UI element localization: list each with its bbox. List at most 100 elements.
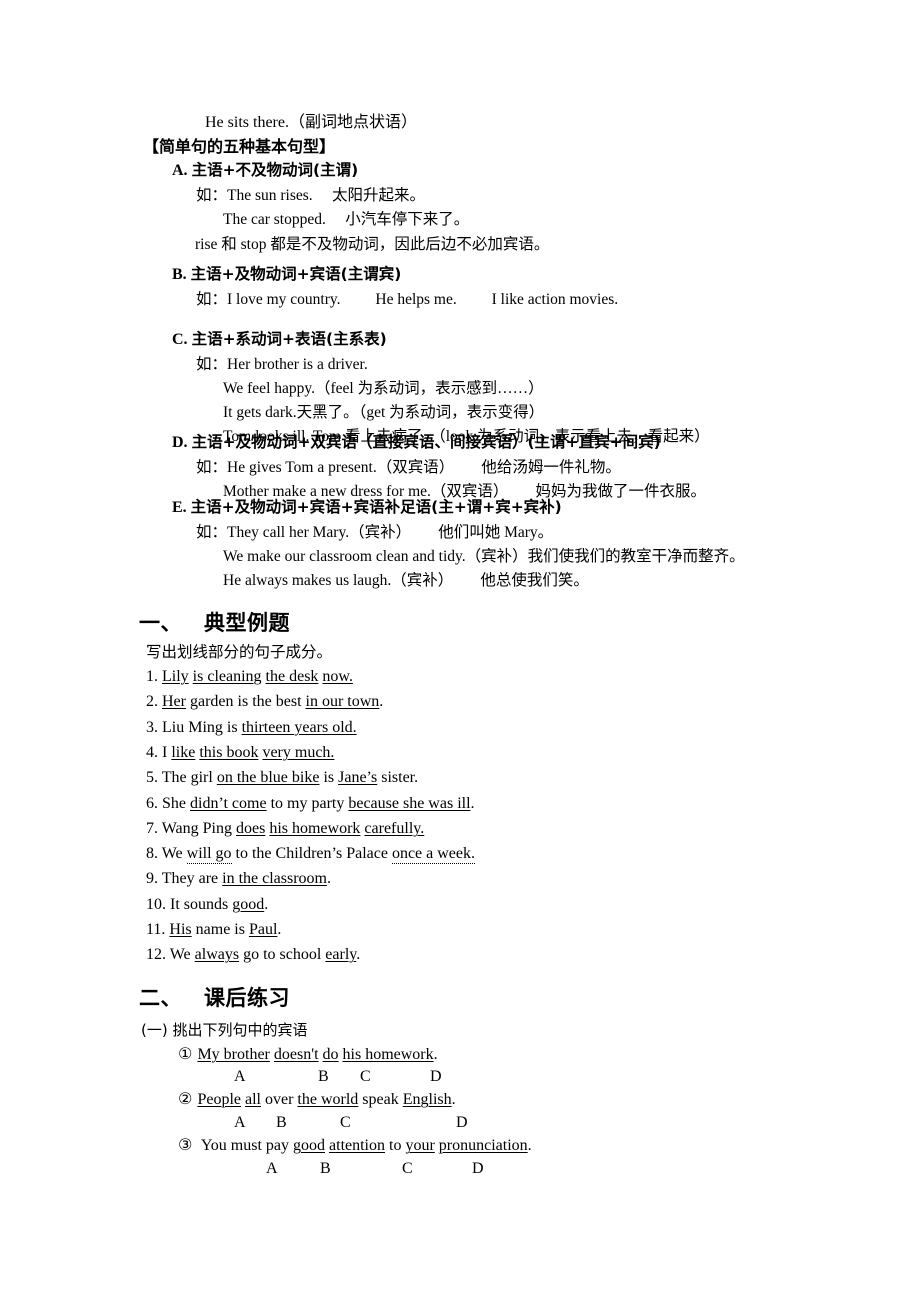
exercise-1-part-4: do: [322, 1046, 339, 1063]
question-item: 3. Liu Ming is thirteen years old.: [146, 718, 357, 736]
choice-label-c[interactable]: C: [360, 1068, 371, 1086]
choice-label-a[interactable]: A: [234, 1068, 246, 1086]
question-number: 1.: [146, 668, 158, 685]
question-12-part-1: always: [194, 946, 240, 964]
exercise-3-part-4: to: [385, 1137, 406, 1154]
choice-label-a[interactable]: A: [266, 1160, 278, 1178]
pattern-example-line: We make our classroom clean and tidy.（宾补…: [223, 548, 745, 565]
pattern-title-text: 主语+系动词+表语(主系表): [191, 330, 387, 348]
choice-label-d[interactable]: D: [430, 1068, 442, 1086]
choice-label-c[interactable]: C: [402, 1160, 413, 1178]
question-12-part-2: go to school: [239, 946, 326, 964]
exercise-2-part-2: all: [244, 1091, 261, 1108]
question-number: 3.: [146, 718, 158, 736]
pattern-title-text: 主语+及物动词+宾语+宾语补足语(主+谓+宾+宾补): [190, 498, 562, 516]
question-12-part-4: .: [356, 946, 361, 964]
subsection-one-label: (一) 挑出下列句中的宾语: [141, 1021, 308, 1039]
pattern-example-line: 如：They call her Mary.（宾补） 他们叫她 Mary。: [196, 524, 554, 541]
question-7-part-3: his homework: [269, 819, 361, 837]
question-5-part-2: is: [319, 769, 339, 787]
question-item: 5. The girl on the blue bike is Jane’s s…: [146, 770, 418, 786]
exercise-item: ② People all over the world speak Englis…: [178, 1091, 456, 1108]
question-11-part-3: Paul: [248, 921, 278, 938]
question-10-part-0: It sounds: [166, 895, 233, 913]
question-number: 9.: [146, 870, 158, 888]
section-one-heading: 一、 典型例题: [139, 607, 290, 637]
question-11-part-4: .: [277, 921, 282, 938]
exercise-3-part-8: .: [527, 1137, 532, 1154]
exercise-2-part-3: over: [260, 1091, 298, 1108]
pattern-example-line: 如：He gives Tom a present.（双宾语） 他给汤姆一件礼物。: [196, 459, 621, 476]
question-3-part-1: thirteen years old.: [241, 718, 357, 736]
exercise-1-part-7: .: [433, 1046, 438, 1063]
question-number: 5.: [146, 769, 158, 787]
exercise-marker: ①: [178, 1044, 198, 1063]
section-one-instruction: 写出划线部分的句子成分。: [146, 643, 333, 661]
pattern-title-text: 主语+及物动词+双宾语（直接宾语、间接宾语）(主谓+直宾+间宾): [191, 433, 661, 451]
choice-label-c[interactable]: C: [340, 1114, 351, 1132]
question-6-part-4: .: [470, 794, 475, 812]
exercise-choice-row: A B C D: [178, 1068, 578, 1088]
question-4-part-3: this book: [199, 743, 259, 761]
pattern-example-line: The car stopped. 小汽车停下来了。: [223, 211, 470, 228]
top-fragment-line: He sits there.（副词地点状语）: [205, 114, 417, 131]
question-10-part-1: good: [232, 895, 265, 913]
section-two-title: 课后练习: [204, 986, 290, 1010]
pattern-b-title: B. 主语+及物动词+宾语(主谓宾): [172, 266, 401, 283]
question-6-part-0: She: [158, 794, 190, 812]
question-number: 11.: [146, 921, 166, 938]
question-item: 6. She didn’t come to my party because s…: [146, 794, 475, 812]
question-7-part-0: Wang Ping: [158, 819, 236, 837]
exercise-item: ③ You must pay good attention to your pr…: [178, 1137, 532, 1154]
section-one-number: 一、: [139, 611, 182, 635]
question-5-part-0: The girl: [158, 769, 217, 787]
choice-label-b[interactable]: B: [318, 1068, 329, 1086]
question-2-part-1: Her: [162, 693, 186, 711]
question-number: 4.: [146, 743, 158, 761]
question-4-part-5: very much.: [262, 743, 335, 761]
sentence-patterns-heading: 【简单句的五种基本句型】: [143, 137, 336, 156]
question-number: 6.: [146, 794, 158, 812]
question-2-part-4: .: [379, 693, 384, 711]
question-12-part-3: early: [325, 946, 357, 964]
exercise-2-part-5: speak: [358, 1091, 403, 1108]
question-9-part-2: .: [327, 870, 331, 888]
question-11-part-2: name is: [191, 921, 249, 938]
choice-label-d[interactable]: D: [456, 1114, 468, 1132]
question-2-part-2: garden is the best: [185, 693, 306, 711]
choice-label-a[interactable]: A: [234, 1114, 246, 1132]
choice-label-d[interactable]: D: [472, 1160, 484, 1178]
question-7-part-5: carefully.: [364, 819, 425, 837]
question-3-part-0: Liu Ming is: [158, 718, 242, 736]
question-1-part-5: the desk: [265, 668, 319, 685]
question-6-part-3: because she was ill: [348, 794, 471, 812]
exercise-choice-row: A B C D: [178, 1114, 578, 1134]
question-item: 4. I like this book very much.: [146, 743, 335, 761]
question-1-part-3: is cleaning: [192, 668, 262, 685]
exercise-3-part-0: You must pay: [197, 1137, 294, 1154]
choice-label-b[interactable]: B: [276, 1114, 287, 1132]
exercise-2-part-7: .: [451, 1091, 456, 1108]
question-item: 11. His name is Paul.: [146, 922, 281, 938]
section-two-number: 二、: [139, 986, 182, 1010]
pattern-title-text: 主语+不及物动词(主谓): [191, 161, 359, 179]
question-9-part-0: They are: [158, 870, 223, 888]
pattern-example-line: 如：Her brother is a driver.: [196, 356, 368, 373]
choice-label-b[interactable]: B: [320, 1160, 331, 1178]
question-item: 2. Her garden is the best in our town.: [146, 694, 383, 710]
exercise-item: ① My brother doesn't do his homework.: [178, 1046, 438, 1063]
pattern-letter: D.: [172, 434, 192, 451]
pattern-d-title: D. 主语+及物动词+双宾语（直接宾语、间接宾语）(主谓+直宾+间宾): [172, 433, 661, 451]
question-8-part-3: once a week.: [391, 845, 475, 865]
pattern-example-line: It gets dark.天黑了。（get 为系动词，表示变得）: [223, 404, 545, 421]
question-item: 1. Lily is cleaning the desk now.: [146, 669, 353, 685]
question-11-part-1: His: [169, 921, 192, 938]
question-item: 10. It sounds good.: [146, 895, 268, 913]
pattern-example-line: 如：I love my country. He helps me. I like…: [196, 291, 619, 308]
question-2-part-3: in our town: [305, 693, 380, 711]
question-8-part-0: We: [158, 845, 187, 863]
question-1-part-7: now.: [322, 668, 353, 685]
pattern-example-line: rise 和 stop 都是不及物动词，因此后边不必加宾语。: [195, 236, 550, 253]
pattern-example-line: He always makes us laugh.（宾补） 他总使我们笑。: [223, 572, 589, 589]
question-4-part-0: I: [158, 743, 172, 761]
